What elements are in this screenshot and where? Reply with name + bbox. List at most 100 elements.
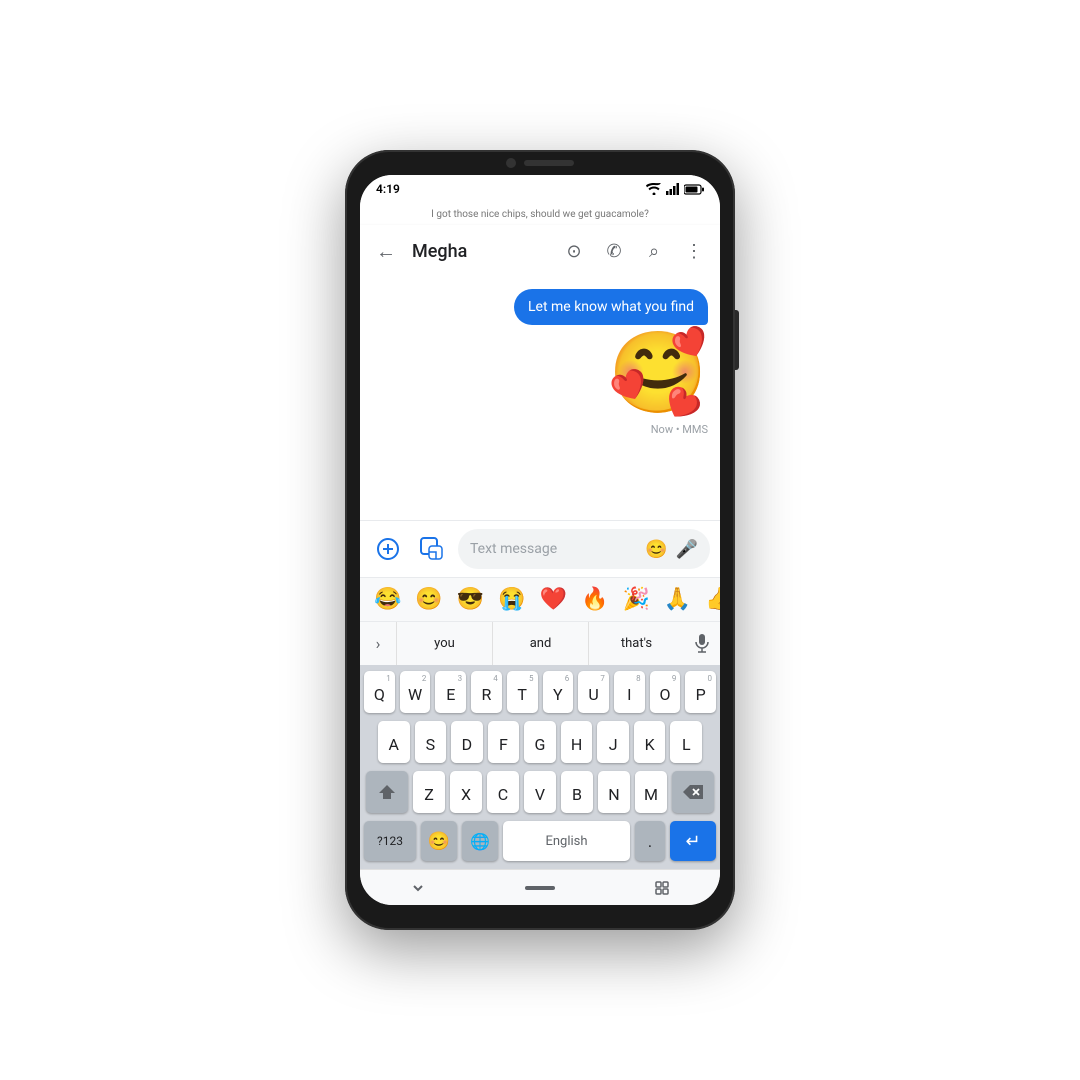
key-O[interactable]: 9 O (650, 671, 681, 713)
num-key[interactable]: ?123 (364, 821, 416, 861)
key-H[interactable]: H (561, 721, 593, 763)
key-S[interactable]: S (415, 721, 447, 763)
status-time: 4:19 (376, 182, 400, 196)
emoji-label: 😊 (428, 831, 450, 852)
key-W[interactable]: 2 W (400, 671, 431, 713)
key-J[interactable]: J (597, 721, 629, 763)
keyboard-bottom-row: ?123 😊 🌐 English . ↵ (364, 821, 716, 861)
period-key[interactable]: . (635, 821, 665, 861)
quick-emoji-2[interactable]: 😊 (409, 583, 448, 616)
suggestion-you[interactable]: you (396, 622, 492, 666)
key-E[interactable]: 3 E (435, 671, 466, 713)
emoji-sticker: 🥰 (608, 333, 708, 413)
delete-key[interactable] (672, 771, 714, 813)
recents-icon (654, 880, 670, 896)
suggestion-and[interactable]: and (492, 622, 588, 666)
quick-emoji-8[interactable]: 🙏 (658, 583, 697, 616)
video-call-button[interactable]: ⊙ (556, 233, 592, 269)
message-placeholder: Text message (470, 541, 637, 557)
key-V[interactable]: V (524, 771, 556, 813)
space-label: English (545, 834, 587, 849)
preview-text: I got those nice chips, should we get gu… (431, 209, 649, 220)
num-label: ?123 (377, 834, 403, 848)
expand-icon: › (376, 634, 381, 653)
emoji-quick-row: 😂 😊 😎 😭 ❤️ 🔥 🎉 🙏 👍 😊 (360, 577, 720, 621)
quick-emoji-6[interactable]: 🔥 (575, 583, 614, 616)
quick-emoji-1[interactable]: 😂 (368, 583, 407, 616)
key-A[interactable]: A (378, 721, 410, 763)
phone-call-button[interactable]: ✆ (596, 233, 632, 269)
key-I[interactable]: 8 I (614, 671, 645, 713)
search-button[interactable]: ⌕ (636, 233, 672, 269)
key-N[interactable]: N (598, 771, 630, 813)
enter-key[interactable]: ↵ (670, 821, 716, 861)
key-U[interactable]: 7 U (578, 671, 609, 713)
sticker-icon (419, 536, 445, 562)
emoji-input-button[interactable]: 😊 (645, 539, 667, 560)
key-L[interactable]: L (670, 721, 702, 763)
mic-input-button[interactable]: 🎤 (676, 539, 698, 560)
phone-screen: 4:19 (360, 175, 720, 905)
suggestion-mic-button[interactable] (684, 622, 720, 666)
key-Y[interactable]: 6 Y (543, 671, 574, 713)
nav-recents-button[interactable] (654, 880, 670, 896)
app-bar: ← Megha ⊙ ✆ ⌕ ⋮ (360, 225, 720, 277)
keyboard-row-1: 1 Q 2 W 3 E 4 R 5 T (364, 671, 716, 713)
key-M[interactable]: M (635, 771, 667, 813)
status-bar: 4:19 (360, 175, 720, 203)
key-Q[interactable]: 1 Q (364, 671, 395, 713)
keyboard-row-2: A S D F G H J K L (364, 721, 716, 763)
suggestion-thats[interactable]: that's (588, 622, 684, 666)
more-options-button[interactable]: ⋮ (676, 233, 712, 269)
key-X[interactable]: X (450, 771, 482, 813)
keyboard-row-3: Z X C V B N M (364, 771, 716, 813)
key-P[interactable]: 0 P (685, 671, 716, 713)
delete-icon (683, 785, 703, 799)
wifi-icon (646, 183, 662, 195)
suggestion-row: › you and that's (360, 621, 720, 665)
battery-icon (684, 184, 704, 195)
nav-back-icon (410, 880, 426, 896)
sent-message-bubble: Let me know what you find (514, 289, 708, 325)
message-text: Let me know what you find (528, 299, 694, 315)
expand-suggestions-button[interactable]: › (360, 622, 396, 666)
quick-emoji-3[interactable]: 😎 (451, 583, 490, 616)
key-R[interactable]: 4 R (471, 671, 502, 713)
input-area: Text message 😊 🎤 (360, 520, 720, 577)
speaker (524, 160, 574, 166)
chat-area: Let me know what you find 🥰 Now • MMS (360, 277, 720, 520)
app-bar-icons: ⊙ ✆ ⌕ ⋮ (556, 233, 712, 269)
key-Z[interactable]: Z (413, 771, 445, 813)
message-timestamp: Now • MMS (651, 423, 708, 436)
globe-key[interactable]: 🌐 (462, 821, 498, 861)
nav-back-button[interactable] (410, 880, 426, 896)
back-button[interactable]: ← (368, 231, 404, 272)
camera (506, 158, 516, 168)
quick-emoji-4[interactable]: 😭 (492, 583, 531, 616)
sticker-button[interactable] (414, 531, 450, 567)
globe-label: 🌐 (470, 832, 490, 851)
key-F[interactable]: F (488, 721, 520, 763)
key-B[interactable]: B (561, 771, 593, 813)
emoji-key[interactable]: 😊 (421, 821, 457, 861)
home-pill (525, 886, 555, 890)
shift-key[interactable] (366, 771, 408, 813)
quick-emoji-5[interactable]: ❤️ (534, 583, 573, 616)
notch (506, 158, 574, 168)
key-C[interactable]: C (487, 771, 519, 813)
key-G[interactable]: G (524, 721, 556, 763)
enter-label: ↵ (685, 831, 700, 852)
add-attachment-button[interactable] (370, 531, 406, 567)
key-K[interactable]: K (634, 721, 666, 763)
message-preview-bar: I got those nice chips, should we get gu… (360, 203, 720, 225)
key-D[interactable]: D (451, 721, 483, 763)
key-T[interactable]: 5 T (507, 671, 538, 713)
status-icons (646, 183, 704, 195)
add-icon (376, 537, 400, 561)
message-input-wrapper[interactable]: Text message 😊 🎤 (458, 529, 710, 569)
nav-bar (360, 869, 720, 905)
nav-home-button[interactable] (525, 886, 555, 890)
space-key[interactable]: English (503, 821, 630, 861)
quick-emoji-7[interactable]: 🎉 (616, 583, 655, 616)
quick-emoji-9[interactable]: 👍 (699, 583, 720, 616)
